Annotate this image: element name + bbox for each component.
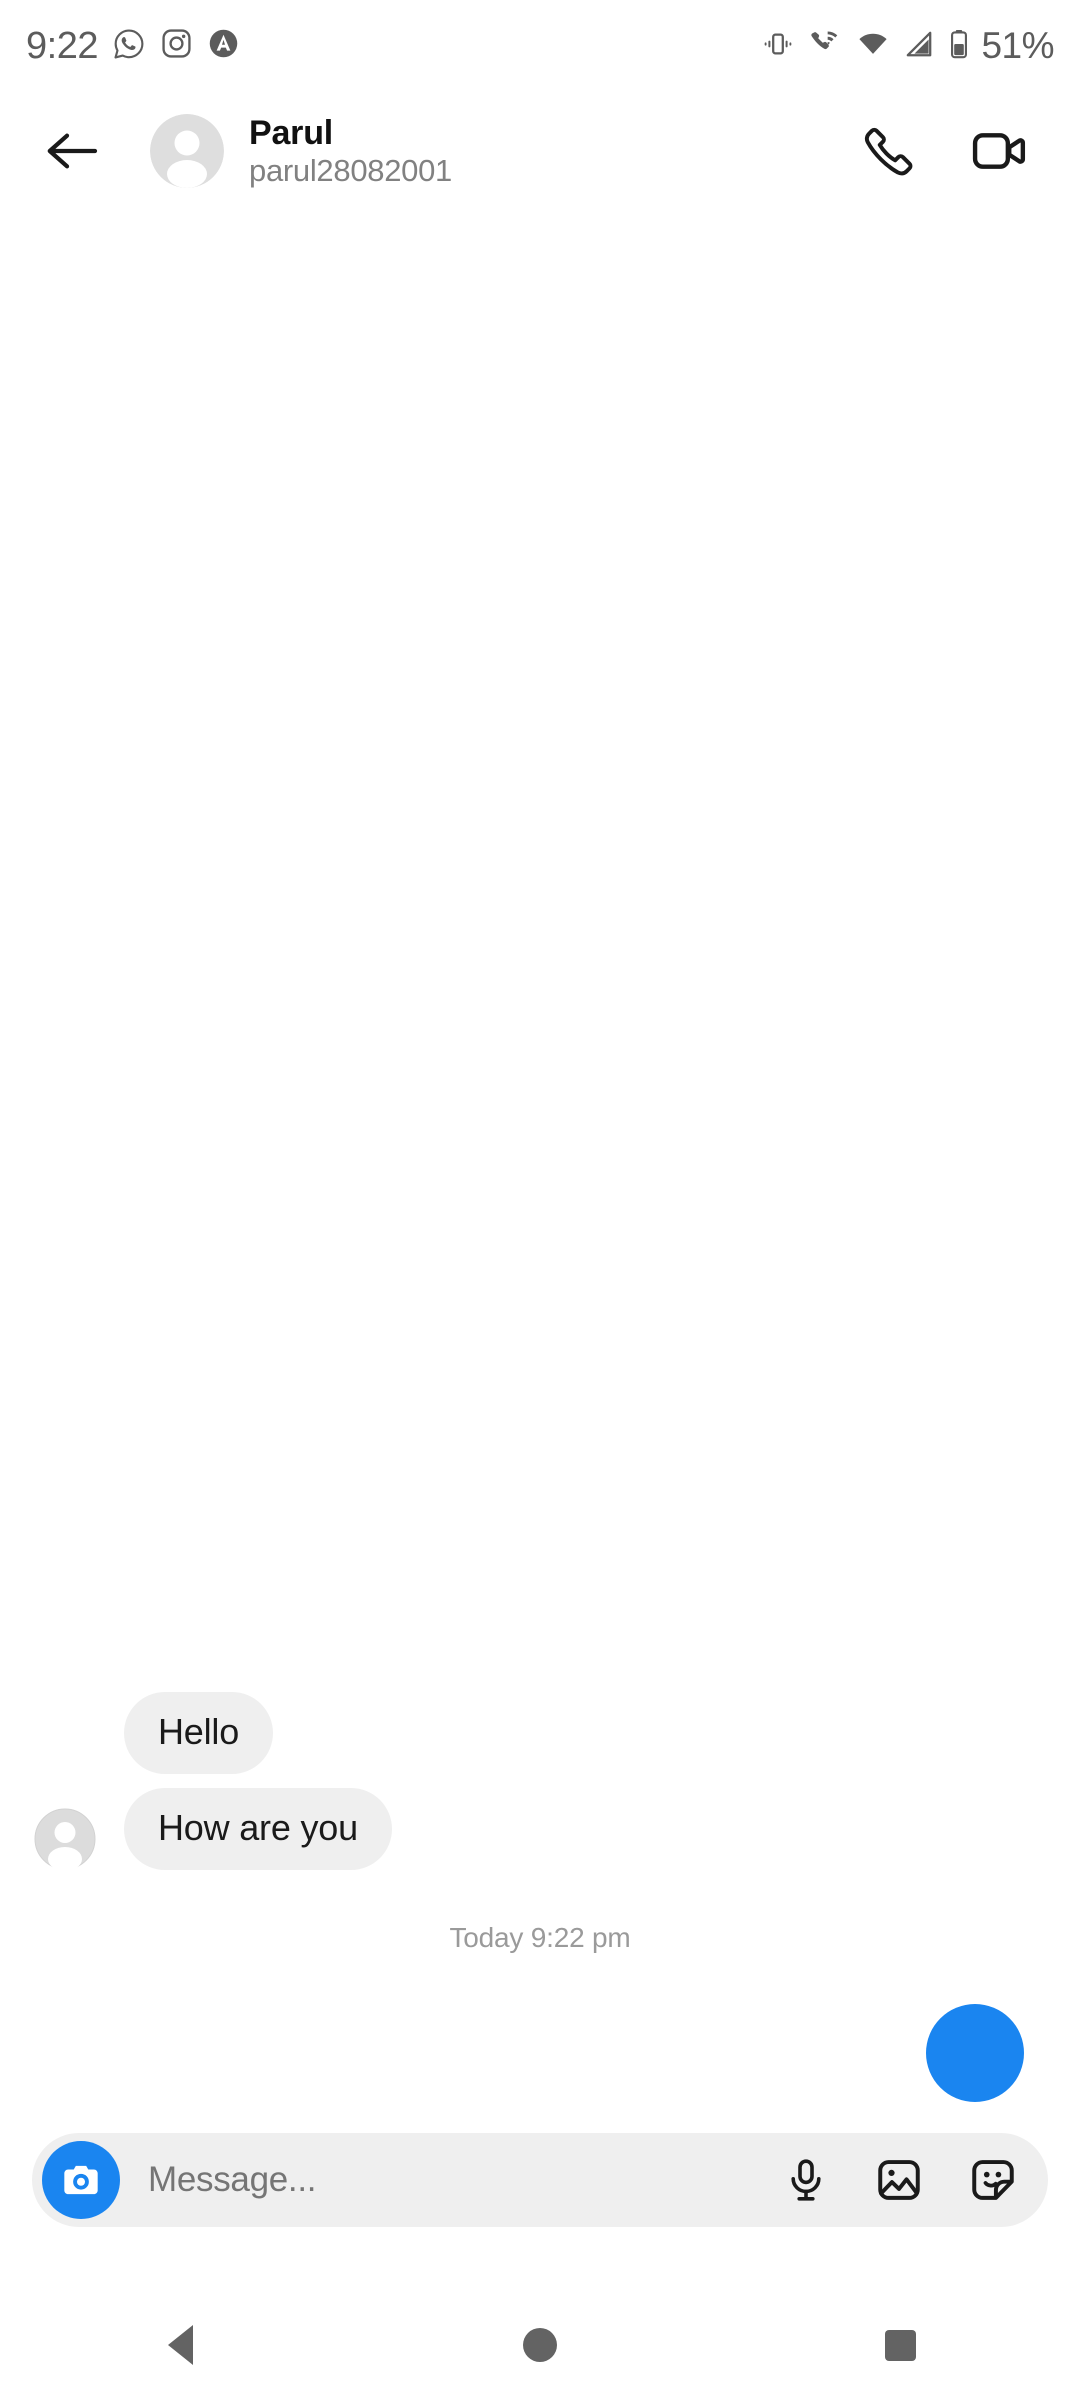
sticker-button[interactable]	[968, 2155, 1018, 2205]
row-gap	[0, 1774, 1080, 1788]
vibrate-icon	[762, 28, 794, 65]
image-icon	[878, 2160, 920, 2200]
search-input[interactable]	[148, 2160, 782, 2200]
audio-call-button[interactable]	[862, 123, 918, 179]
camera-button[interactable]	[42, 2141, 120, 2219]
circle-icon	[523, 2328, 557, 2362]
back-button[interactable]	[36, 115, 108, 187]
message-list[interactable]: Hello How are you Today 9:22 pm	[0, 210, 1080, 2110]
sent-media-bubble[interactable]	[926, 2004, 1024, 2102]
message-row-3[interactable]	[0, 1954, 1080, 2102]
phone-icon	[864, 127, 913, 176]
nav-home-button[interactable]	[480, 2290, 600, 2400]
message-input-bar[interactable]	[32, 2133, 1048, 2227]
video-call-button[interactable]	[970, 123, 1030, 179]
sticker-icon	[972, 2160, 1014, 2200]
android-nav-bar	[0, 2290, 1080, 2400]
voice-message-button[interactable]	[782, 2156, 830, 2204]
avatar[interactable]	[150, 114, 224, 188]
message-row-1[interactable]: Hello	[0, 1692, 1080, 1774]
battery-percent: 51%	[981, 25, 1054, 66]
message-bubble-incoming[interactable]: How are you	[124, 1788, 392, 1870]
header-title-block[interactable]: Parul parul28082001	[249, 114, 452, 188]
message-timestamp: Today 9:22 pm	[449, 1922, 631, 1953]
status-bar: 9:22 51%	[0, 0, 1080, 92]
header-username: parul28082001	[249, 152, 452, 188]
message-row-2[interactable]: How are you	[0, 1788, 1080, 1870]
whatsapp-icon	[112, 27, 146, 66]
status-bar-right: 51%	[762, 25, 1054, 67]
status-bar-left: 9:22	[26, 27, 240, 66]
sender-avatar[interactable]	[34, 1808, 96, 1870]
status-time: 9:22	[26, 25, 98, 67]
camera-icon	[64, 2165, 98, 2195]
wifi-icon	[856, 28, 890, 65]
header-actions	[862, 123, 1046, 179]
cellular-signal-icon	[903, 28, 935, 65]
page-title: Parul	[249, 113, 334, 152]
gallery-button[interactable]	[874, 2155, 924, 2205]
default-profile-avatar-icon	[150, 114, 224, 188]
vowifi-icon	[807, 28, 843, 65]
square-icon	[884, 2329, 916, 2361]
back-arrow-icon	[47, 133, 98, 169]
battery-icon	[948, 28, 970, 65]
nav-recents-button[interactable]	[840, 2290, 960, 2400]
input-actions	[782, 2155, 1032, 2205]
default-profile-avatar-icon	[34, 1808, 96, 1870]
triangle-icon	[167, 2325, 193, 2365]
instagram-icon	[160, 27, 193, 65]
video-camera-icon	[972, 133, 1026, 169]
app-a-icon	[207, 27, 240, 65]
chat-header: Parul parul28082001	[0, 92, 1080, 210]
message-bubble-incoming[interactable]: Hello	[124, 1692, 274, 1774]
microphone-icon	[791, 2159, 821, 2201]
nav-back-button[interactable]	[120, 2290, 240, 2400]
